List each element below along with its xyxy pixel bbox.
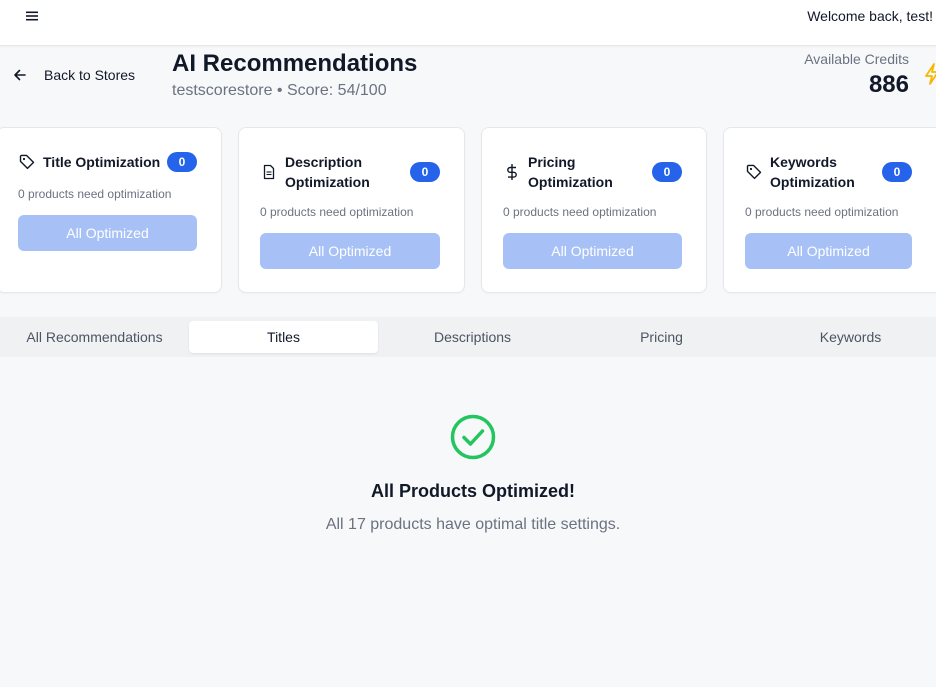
page-title: AI Recommendations [172,50,418,77]
empty-state-message: All 17 products have optimal title setti… [325,516,621,533]
pricing-optimization-card: Pricing Optimization 0 0 products need o… [481,127,707,293]
top-bar: Welcome back, test! [0,0,936,46]
tab-descriptions[interactable]: Descriptions [378,321,567,353]
count-badge: 0 [167,152,197,172]
description-optimization-card: Description Optimization 0 0 products ne… [238,127,465,293]
count-badge: 0 [652,162,682,182]
card-title: Title Optimization [43,154,161,170]
store-score-subtitle: testscorestore • Score: 54/100 [172,82,387,99]
card-title: Keywords Optimization [770,154,855,190]
tab-titles[interactable]: Titles [189,321,378,353]
arrow-left-icon [14,69,26,81]
count-badge: 0 [410,162,440,182]
check-circle-icon [450,414,496,460]
title-optimization-card: Title Optimization 0 0 products need opt… [0,127,222,293]
lightning-icon [925,63,936,85]
menu-icon [26,11,38,21]
tab-all-recommendations[interactable]: All Recommendations [0,321,189,353]
keywords-optimization-card: Keywords Optimization 0 0 products need … [723,127,936,293]
card-description: 0 products need optimization [260,205,414,219]
card-description: 0 products need optimization [18,187,172,201]
hamburger-menu-button[interactable] [22,6,42,26]
all-optimized-button[interactable]: All Optimized [260,233,440,269]
credits-label: Available Credits [804,51,909,67]
recommendation-tabs: All Recommendations Titles Descriptions … [0,317,936,357]
card-description: 0 products need optimization [503,205,657,219]
welcome-message: Welcome back, test! [807,8,933,24]
all-optimized-button[interactable]: All Optimized [18,215,197,251]
tab-pricing[interactable]: Pricing [567,321,756,353]
dollar-icon [503,163,521,181]
card-description: 0 products need optimization [745,205,899,219]
back-link-label: Back to Stores [44,67,136,83]
empty-state-title: All Products Optimized! [370,481,575,501]
card-title: Pricing Optimization [528,154,613,190]
credits-value: 886 [868,71,909,98]
tab-keywords[interactable]: Keywords [756,321,936,353]
document-icon [260,163,278,181]
all-optimized-button[interactable]: All Optimized [745,233,912,269]
all-optimized-button[interactable]: All Optimized [503,233,682,269]
tag-icon [18,153,36,171]
tag-icon [745,163,763,181]
back-to-stores-link[interactable]: Back to Stores [12,65,135,85]
count-badge: 0 [882,162,912,182]
card-title: Description Optimization [285,154,370,190]
